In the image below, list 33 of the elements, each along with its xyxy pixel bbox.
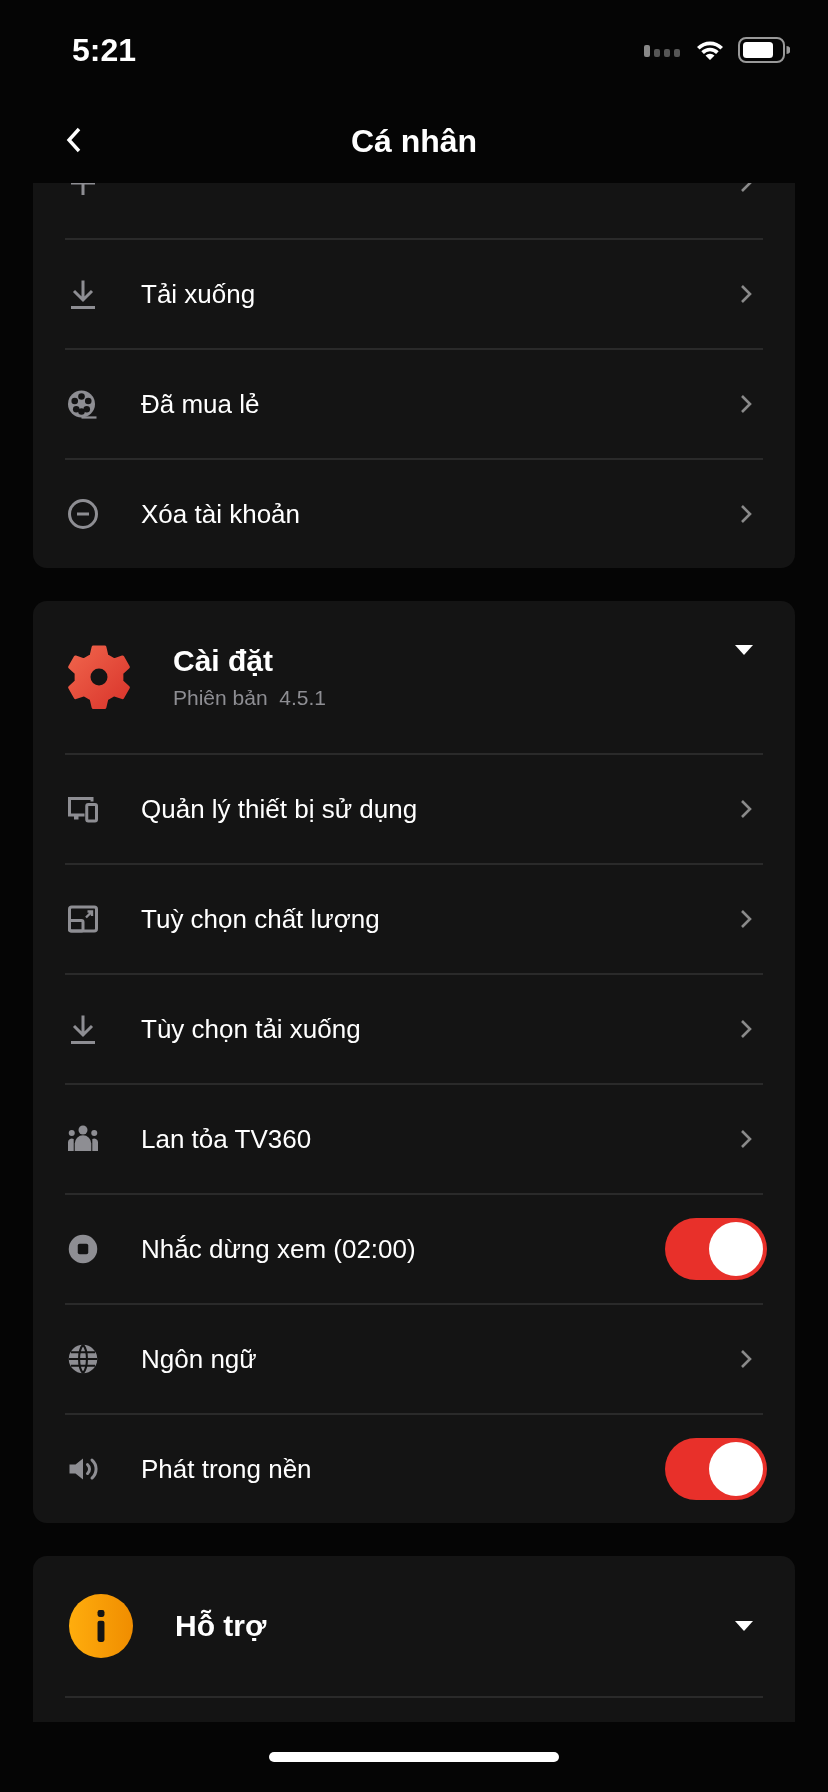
caret-down-icon[interactable] [735, 1621, 753, 1631]
section-title: Hỗ trợ [175, 1609, 268, 1643]
menu-item-label[interactable]: Lan tỏa TV360 [141, 1123, 739, 1155]
section-title: Cài đặt [173, 644, 275, 678]
chevron-right-icon [739, 503, 753, 525]
chevron-right-icon [739, 1348, 753, 1370]
menu-item-label[interactable]: Quản lý thiết bị sử dụng [141, 793, 739, 825]
menu-item-label[interactable]: Xóa tài khoản [141, 498, 739, 530]
chevron-right-icon [739, 908, 753, 930]
minus-circle-icon [65, 496, 101, 532]
gear-icon [65, 643, 133, 711]
chevron-right-icon [739, 283, 753, 305]
battery-icon [738, 37, 790, 63]
caret-down-icon[interactable] [735, 645, 753, 655]
status-time: 5:21 [72, 31, 137, 69]
menu-item-label[interactable]: Tải xuống [141, 278, 739, 310]
chevron-right-icon [739, 1018, 753, 1040]
signal-icon [644, 43, 682, 57]
info-icon [69, 1594, 133, 1658]
page-title: Cá nhân [350, 123, 478, 160]
menu-item-label[interactable]: Nhắc dừng xem (02:00) [141, 1233, 665, 1265]
chevron-right-icon [739, 1128, 753, 1150]
menu-item-label[interactable]: Tuỳ chọn chất lượng [141, 903, 739, 935]
chevron-right-icon [739, 393, 753, 415]
toggle-switch[interactable] [665, 1438, 767, 1500]
menu-item-label[interactable]: Ngôn ngữ [141, 1343, 739, 1375]
menu-item-label[interactable]: Tùy chọn tải xuống [141, 1013, 739, 1045]
version-label: Phiên bản 4.5.1 [173, 686, 327, 710]
chevron-right-icon [739, 798, 753, 820]
menu-item-label[interactable]: Đã mua lẻ [141, 388, 739, 420]
toggle-switch[interactable] [665, 1218, 767, 1280]
back-chevron-icon [65, 126, 83, 154]
menu-item-label[interactable]: Phát trong nền [141, 1453, 665, 1485]
